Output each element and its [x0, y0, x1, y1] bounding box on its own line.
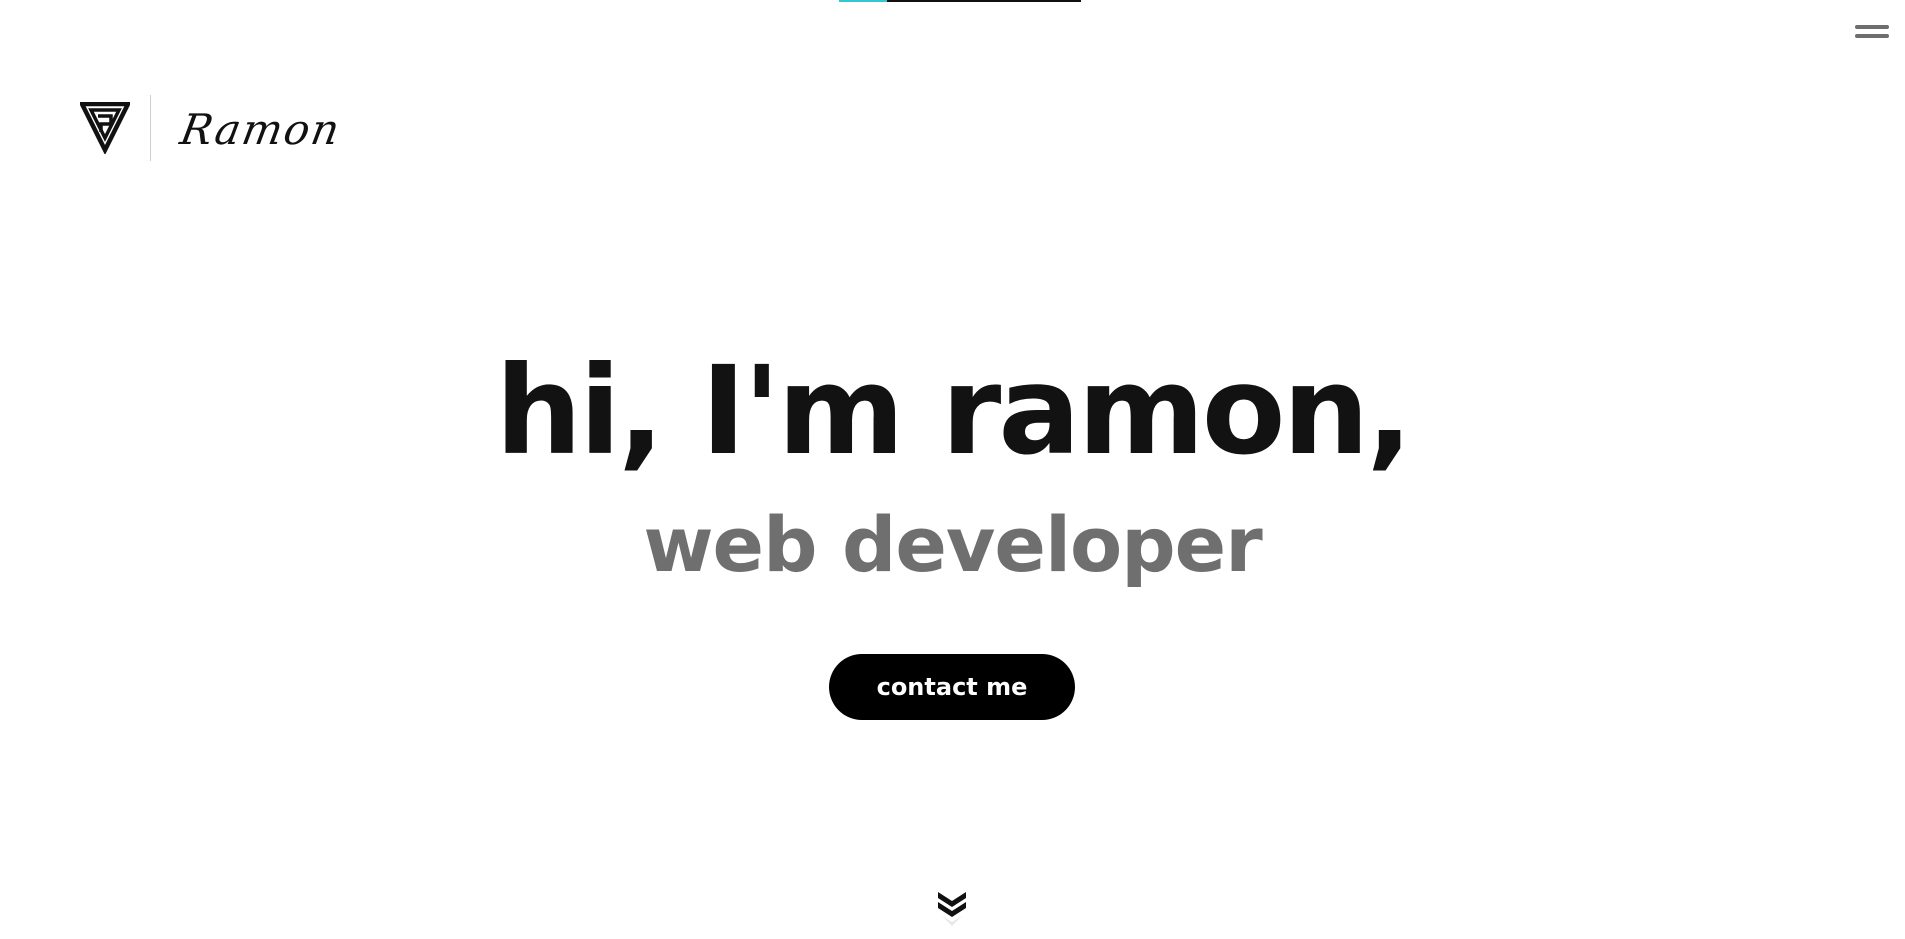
hero-title: hi, I'm ramon, — [495, 340, 1412, 482]
hero-subtitle: web developer — [643, 500, 1262, 589]
scroll-progress-bar — [839, 0, 1081, 2]
menu-bar-top — [1855, 25, 1889, 29]
triangle-monogram-icon — [80, 101, 130, 154]
logo-script-text: Ramon — [176, 105, 346, 154]
double-chevron-down-icon[interactable] — [936, 888, 968, 928]
scroll-progress-fill — [839, 0, 888, 2]
hamburger-menu-icon[interactable] — [1853, 22, 1891, 44]
menu-bar-bottom — [1855, 34, 1889, 38]
page: Ramon hi, I'm ramon, web developer conta… — [0, 0, 1905, 939]
site-logo[interactable]: Ramon — [80, 90, 360, 165]
logo-divider — [150, 94, 151, 161]
contact-me-button[interactable]: contact me — [829, 654, 1075, 720]
